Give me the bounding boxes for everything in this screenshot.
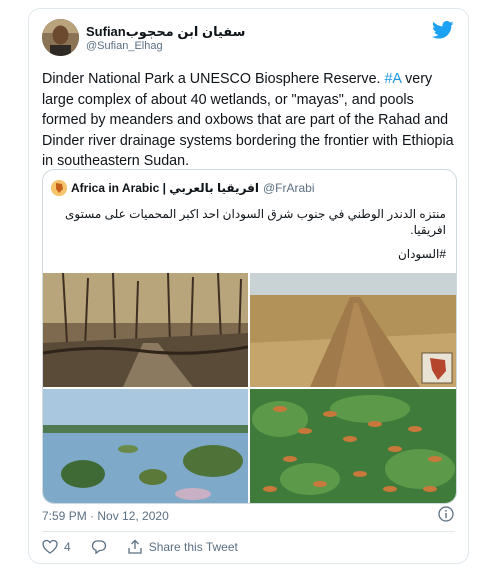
quoted-hashtag[interactable]: #السودان: [398, 247, 446, 261]
quoted-author-name[interactable]: Africa in Arabic | افريقيا بالعربي: [71, 181, 259, 195]
share-icon: [128, 539, 142, 554]
share-button[interactable]: Share this Tweet: [127, 539, 238, 555]
twitter-bird-icon[interactable]: [432, 21, 454, 39]
author-avatar[interactable]: [42, 19, 79, 56]
reply-bubble-icon: [91, 540, 106, 555]
author-handle[interactable]: @Sufian_Elhag: [86, 39, 245, 53]
heart-icon: [42, 539, 58, 554]
quoted-author-handle[interactable]: @FrArabi: [263, 181, 315, 195]
tweet-text-part: Dinder National Park a UNESCO Biosphere …: [42, 71, 385, 87]
photo-dirt-road[interactable]: [250, 273, 456, 387]
photo-antelope-herd[interactable]: [250, 389, 456, 503]
info-icon[interactable]: [438, 506, 454, 522]
tweet-text: Dinder National Park a UNESCO Biosphere …: [42, 69, 462, 172]
quoted-author-avatar[interactable]: [51, 180, 67, 196]
like-button[interactable]: 4: [42, 539, 71, 555]
share-label: Share this Tweet: [148, 540, 238, 554]
reply-button[interactable]: [91, 539, 107, 555]
tweet-card[interactable]: Sufianسفيان ابن محجوب @Sufian_Elhag Dind…: [28, 8, 469, 564]
action-bar: 4 Share this Tweet: [42, 539, 258, 555]
author-name[interactable]: Sufianسفيان ابن محجوب: [86, 24, 245, 39]
photo-forest-path[interactable]: [43, 273, 248, 387]
photo-grid: [43, 273, 456, 503]
hashtag-link[interactable]: #A: [384, 71, 401, 87]
quoted-tweet[interactable]: Africa in Arabic | افريقيا بالعربي @FrAr…: [42, 169, 457, 504]
divider: [42, 531, 455, 532]
photo-wetland-water[interactable]: [43, 389, 248, 503]
quoted-tweet-text: منتزه الدندر الوطني في جنوب شرق السودان …: [65, 207, 446, 237]
like-count: 4: [64, 540, 71, 554]
tweet-timestamp[interactable]: 7:59 PM · Nov 12, 2020: [42, 509, 169, 523]
